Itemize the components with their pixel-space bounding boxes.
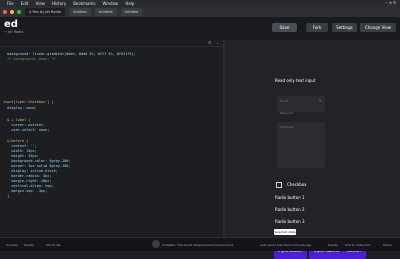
add-to-collection-button[interactable]: Add to Collection bbox=[345, 243, 371, 247]
chevron-down-icon[interactable]: ⌄ bbox=[216, 40, 221, 45]
code-line: } bbox=[3, 194, 10, 198]
menu-window[interactable]: Window bbox=[103, 1, 119, 6]
save-button[interactable]: Save bbox=[272, 23, 297, 32]
share-button[interactable]: Share bbox=[383, 243, 392, 247]
code-line: width: 15px; bbox=[3, 149, 37, 153]
settings-button[interactable]: Settings bbox=[332, 23, 357, 32]
close-window-icon[interactable] bbox=[3, 10, 7, 14]
code-line: user-select: none; bbox=[3, 128, 50, 132]
shortcuts-button[interactable]: Shortcuts bbox=[46, 243, 60, 247]
code-line: & + label { bbox=[3, 118, 31, 122]
checkbox-label: Checkbox bbox=[287, 182, 307, 187]
code-line: background-color: $gray-100; bbox=[3, 159, 71, 163]
tab-untitled-3[interactable]: Untitled bbox=[120, 8, 143, 16]
system-tray: ⌁ ◔ ☰ bbox=[385, 1, 396, 5]
code-line: background: linear-gradient(#eee, #ddd 5… bbox=[3, 52, 136, 56]
menu-help[interactable]: Help bbox=[125, 1, 134, 6]
code-line: &:before { bbox=[3, 139, 29, 143]
code-line: /* background: #aaa; */ bbox=[3, 57, 56, 61]
codepen-header: ed → Jet Rodia Save Fork Settings Change… bbox=[0, 17, 400, 41]
codepen-logo-icon bbox=[152, 240, 160, 248]
browser-tab-bar: A Pen by Jet Rodia Untitled Untitled Unt… bbox=[0, 7, 400, 17]
menu-history[interactable]: History bbox=[52, 1, 66, 6]
last-saved-text: Last saved less than a minute ago bbox=[260, 243, 312, 247]
radio-button-2[interactable]: Radio button 2 bbox=[275, 207, 305, 212]
gear-icon[interactable]: ⚙ bbox=[208, 40, 213, 45]
code-line: border: 1px solid $gray-100; bbox=[3, 164, 71, 168]
codepen-promo[interactable]: CodePen: The social development environm… bbox=[162, 243, 234, 247]
error-x-icon: × bbox=[318, 98, 322, 103]
code-line: display: inline-block; bbox=[3, 169, 58, 173]
menu-file[interactable]: File bbox=[7, 1, 14, 6]
code-line: border-radius: 3px; bbox=[3, 174, 52, 178]
preview-pane: Read only text input Email × Required Te… bbox=[225, 40, 400, 259]
textarea-field[interactable]: Textarea bbox=[277, 122, 325, 168]
textarea-placeholder: Textarea bbox=[280, 125, 293, 129]
selected-text: Selected state bbox=[274, 229, 296, 235]
required-field[interactable]: Required bbox=[277, 108, 325, 119]
checkbox[interactable] bbox=[276, 182, 282, 188]
radio-button-1[interactable]: Radio button 1 bbox=[275, 195, 305, 200]
code-line: display: none; bbox=[3, 106, 37, 110]
email-placeholder: Email bbox=[280, 99, 289, 103]
code-line: margin-right: 10px; bbox=[3, 179, 52, 183]
code-line: vertical-align: top; bbox=[3, 184, 54, 188]
read-only-input: Read only text input bbox=[275, 78, 316, 83]
delete-button[interactable]: Delete bbox=[328, 243, 338, 247]
pen-author[interactable]: → Jet Rodia bbox=[4, 30, 23, 34]
pen-title[interactable]: ed bbox=[4, 19, 18, 30]
css-editor[interactable]: ⚙ ⌄ background: linear-gradient(#eee, #d… bbox=[0, 40, 223, 237]
menu-edit[interactable]: Edit bbox=[21, 1, 29, 6]
required-placeholder: Required bbox=[280, 111, 294, 115]
change-view-button[interactable]: Change View bbox=[360, 23, 396, 32]
editor-title-bar: ⚙ ⌄ bbox=[0, 40, 223, 47]
radio-button-3[interactable]: Radio button 3 bbox=[275, 219, 305, 224]
code-line: content: ''; bbox=[3, 144, 37, 148]
console-button[interactable]: Console bbox=[6, 243, 18, 247]
menu-bar: File Edit View History Bookmarks Window … bbox=[0, 0, 400, 7]
code-line: cursor: pointer; bbox=[3, 123, 46, 127]
menu-view[interactable]: View bbox=[35, 1, 45, 6]
tab-untitled-1[interactable]: Untitled bbox=[68, 8, 91, 16]
code-line: input[type='checkbox'] { bbox=[3, 100, 54, 104]
fork-button[interactable]: Fork bbox=[306, 23, 328, 32]
minimize-window-icon[interactable] bbox=[10, 10, 14, 14]
tab-pen[interactable]: A Pen by Jet Rodia bbox=[25, 8, 65, 16]
code-line: height: 15px; bbox=[3, 154, 39, 158]
maximize-window-icon[interactable] bbox=[17, 10, 21, 14]
menu-bookmarks[interactable]: Bookmarks bbox=[73, 1, 95, 6]
assets-button[interactable]: Assets bbox=[24, 243, 34, 247]
status-bar: Console Assets Shortcuts CodePen: The so… bbox=[0, 237, 400, 251]
code-line: margin-top: -3px; bbox=[3, 189, 48, 193]
tab-untitled-2[interactable]: Untitled bbox=[94, 8, 117, 16]
